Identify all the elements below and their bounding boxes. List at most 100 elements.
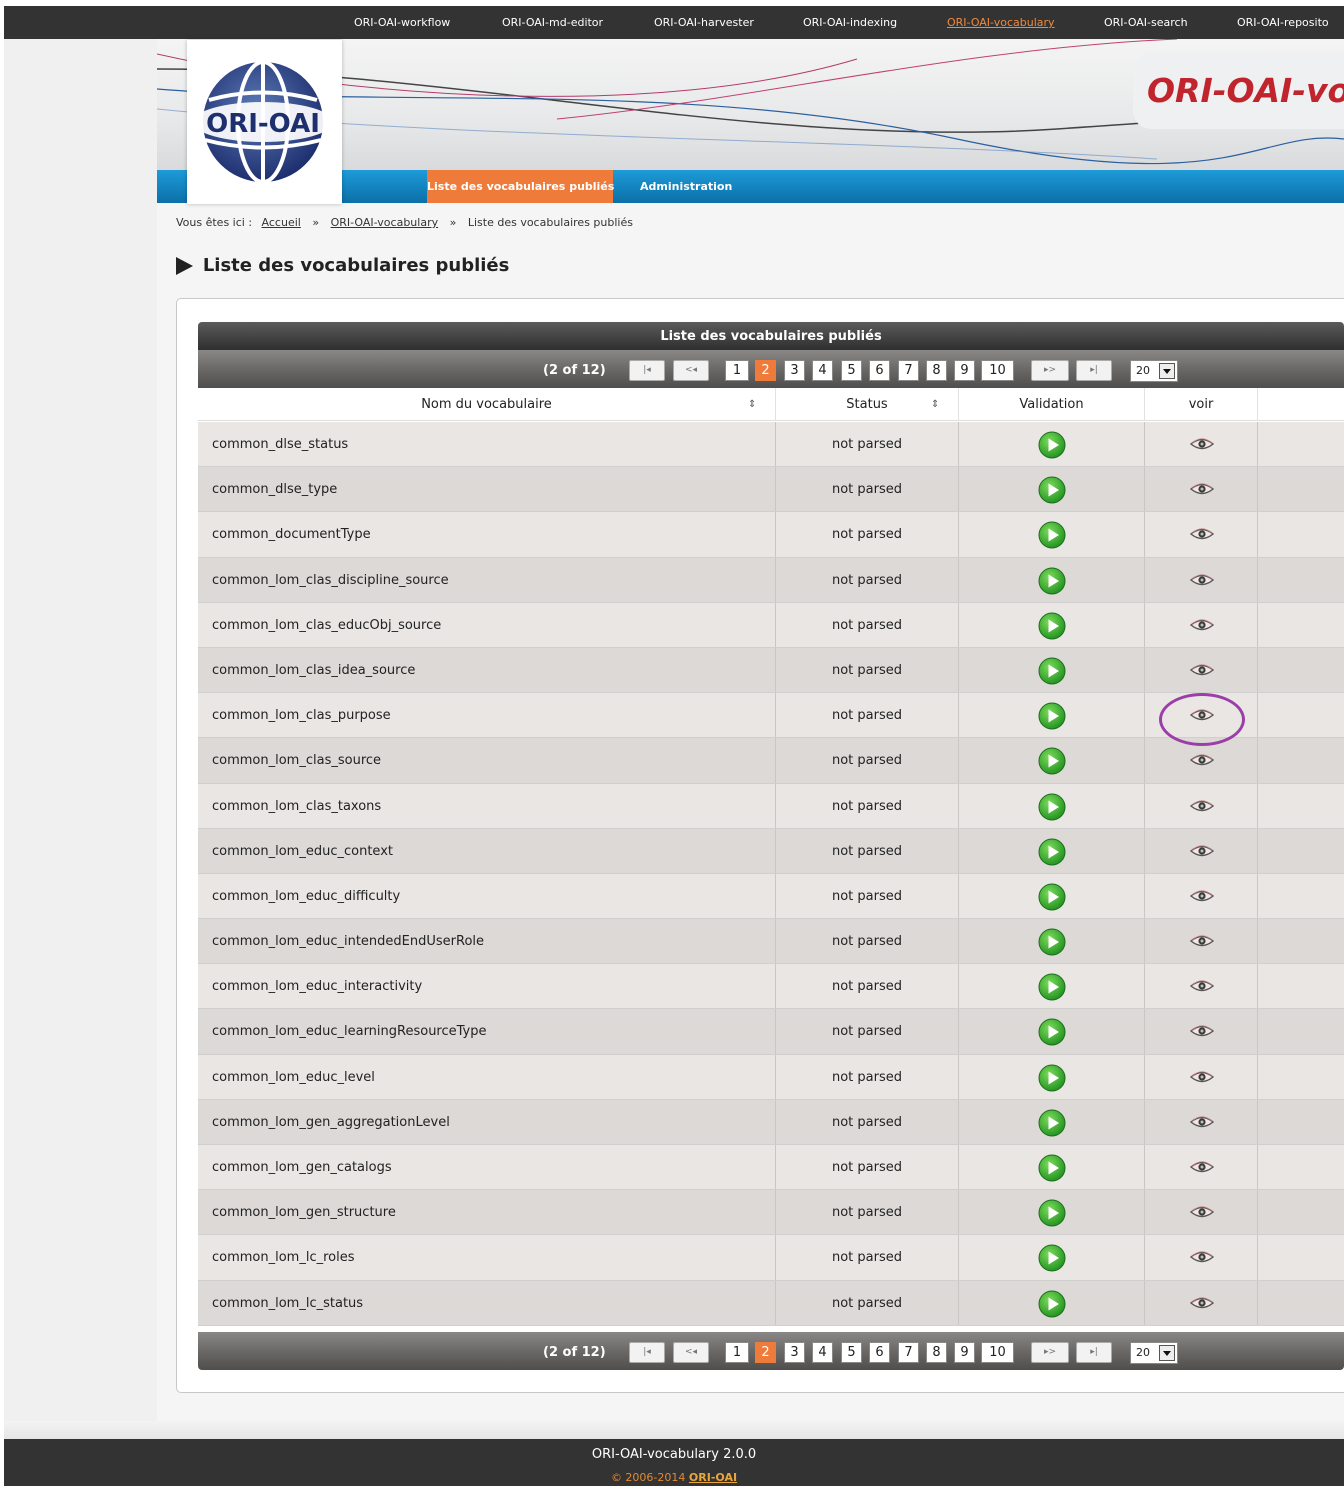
chevron-down-icon[interactable] — [1159, 1345, 1175, 1361]
play-circle-icon[interactable] — [1038, 1244, 1066, 1272]
topnav-item-ori-oai-reposito[interactable]: ORI-OAI-reposito — [1237, 16, 1329, 29]
vocabulary-name: common_lom_educ_interactivity — [198, 964, 776, 1009]
play-circle-icon[interactable] — [1038, 793, 1066, 821]
table-row: common_dlse_status not parsed — [198, 422, 1344, 468]
eye-icon[interactable] — [1189, 979, 1215, 993]
play-circle-icon[interactable] — [1038, 476, 1066, 504]
tab-administration[interactable]: Administration — [640, 170, 732, 203]
topnav-item-ori-oai-md-editor[interactable]: ORI-OAI-md-editor — [502, 16, 603, 29]
pager-page-button[interactable]: 2 — [755, 360, 776, 381]
pager-page-button[interactable]: 6 — [869, 360, 890, 381]
play-circle-icon[interactable] — [1038, 928, 1066, 956]
play-circle-icon[interactable] — [1038, 521, 1066, 549]
play-circle-icon[interactable] — [1038, 1290, 1066, 1318]
play-circle-icon[interactable] — [1038, 1199, 1066, 1227]
play-circle-icon[interactable] — [1038, 431, 1066, 459]
pager-page-button[interactable]: 5 — [841, 360, 862, 381]
eye-icon[interactable] — [1189, 1115, 1215, 1129]
eye-icon[interactable] — [1189, 663, 1215, 677]
vocabulary-status: not parsed — [776, 422, 959, 467]
rows-per-page-select[interactable]: 20 — [1130, 360, 1178, 382]
extra-cell — [1258, 964, 1344, 1008]
validation-cell — [959, 783, 1145, 828]
pager-page-button[interactable]: 1 — [725, 360, 749, 381]
eye-icon[interactable] — [1189, 1250, 1215, 1264]
extra-cell — [1258, 648, 1344, 692]
voir-cell — [1145, 1009, 1258, 1054]
eye-icon[interactable] — [1189, 573, 1215, 587]
play-circle-icon[interactable] — [1038, 657, 1066, 685]
play-circle-icon[interactable] — [1038, 702, 1066, 730]
pager-last-button[interactable]: ▸| — [1076, 360, 1112, 381]
pager-page-button[interactable]: 5 — [841, 1342, 862, 1363]
eye-icon[interactable] — [1189, 1160, 1215, 1174]
eye-icon[interactable] — [1189, 482, 1215, 496]
extra-cell — [1258, 829, 1344, 873]
column-header-name[interactable]: Nom du vocabulaire — [198, 388, 776, 421]
paginator-bottom: (2 of 12) |◂ <◂ 1 2 3 4 5 6 7 8 9 10 ▸> ▸| 20 — [198, 1332, 1344, 1370]
topnav-item-ori-oai-workflow[interactable]: ORI-OAI-workflow — [354, 16, 450, 29]
eye-icon[interactable] — [1189, 437, 1215, 451]
eye-icon[interactable] — [1189, 618, 1215, 632]
eye-icon[interactable] — [1189, 1070, 1215, 1084]
pager-page-button[interactable]: 2 — [755, 1342, 776, 1363]
extra-cell — [1258, 558, 1344, 602]
pager-first-button[interactable]: |◂ — [629, 360, 665, 381]
play-circle-icon[interactable] — [1038, 612, 1066, 640]
column-header-validation-label: Validation — [1019, 397, 1084, 412]
pager-first-button[interactable]: |◂ — [629, 1342, 665, 1363]
pager-last-button[interactable]: ▸| — [1076, 1342, 1112, 1363]
eye-icon[interactable] — [1189, 753, 1215, 767]
eye-icon[interactable] — [1189, 799, 1215, 813]
sort-icon[interactable]: ⇕ — [748, 388, 756, 421]
pager-next-button[interactable]: ▸> — [1031, 1342, 1069, 1363]
eye-icon[interactable] — [1189, 889, 1215, 903]
play-circle-icon[interactable] — [1038, 567, 1066, 595]
pager-page-button[interactable]: 3 — [784, 360, 805, 381]
topnav-item-ori-oai-indexing[interactable]: ORI-OAI-indexing — [803, 16, 897, 29]
eye-icon[interactable] — [1189, 527, 1215, 541]
chevron-down-icon[interactable] — [1159, 363, 1175, 379]
tab-liste-vocabulaires[interactable]: Liste des vocabulaires publiés — [427, 170, 614, 203]
pager-prev-button[interactable]: <◂ — [673, 1342, 709, 1363]
pager-page-button[interactable]: 1 — [725, 1342, 749, 1363]
breadcrumb-home-link[interactable]: Accueil — [262, 216, 301, 229]
pager-page-button[interactable]: 3 — [784, 1342, 805, 1363]
play-circle-icon[interactable] — [1038, 883, 1066, 911]
pager-page-button[interactable]: 10 — [981, 1342, 1014, 1363]
extra-cell — [1258, 919, 1344, 963]
rows-per-page-select[interactable]: 20 — [1130, 1342, 1178, 1364]
pager-prev-button[interactable]: <◂ — [673, 360, 709, 381]
eye-icon[interactable] — [1189, 1024, 1215, 1038]
eye-icon[interactable] — [1189, 1296, 1215, 1310]
footer-ori-oai-link[interactable]: ORI-OAI — [689, 1471, 737, 1484]
ori-oai-logo[interactable]: ORI-OAI — [187, 40, 342, 204]
eye-icon[interactable] — [1189, 934, 1215, 948]
sort-icon[interactable]: ⇕ — [931, 388, 939, 421]
pager-page-button[interactable]: 6 — [869, 1342, 890, 1363]
pager-page-button[interactable]: 10 — [981, 360, 1014, 381]
pager-page-button[interactable]: 9 — [954, 360, 975, 381]
pager-page-button[interactable]: 8 — [926, 360, 947, 381]
eye-icon[interactable] — [1189, 1205, 1215, 1219]
play-circle-icon[interactable] — [1038, 747, 1066, 775]
pager-page-button[interactable]: 4 — [812, 1342, 833, 1363]
play-circle-icon[interactable] — [1038, 838, 1066, 866]
play-circle-icon[interactable] — [1038, 973, 1066, 1001]
play-circle-icon[interactable] — [1038, 1064, 1066, 1092]
pager-page-button[interactable]: 7 — [898, 360, 919, 381]
topnav-item-ori-oai-harvester[interactable]: ORI-OAI-harvester — [654, 16, 754, 29]
topnav-item-ori-oai-search[interactable]: ORI-OAI-search — [1104, 16, 1188, 29]
pager-page-button[interactable]: 8 — [926, 1342, 947, 1363]
breadcrumb-section-link[interactable]: ORI-OAI-vocabulary — [331, 216, 439, 229]
table-row: common_lom_educ_learningResourceType not … — [198, 1009, 1344, 1055]
pager-page-button[interactable]: 7 — [898, 1342, 919, 1363]
play-circle-icon[interactable] — [1038, 1109, 1066, 1137]
pager-page-button[interactable]: 9 — [954, 1342, 975, 1363]
pager-page-button[interactable]: 4 — [812, 360, 833, 381]
topnav-item-ori-oai-vocabulary[interactable]: ORI-OAI-vocabulary — [947, 16, 1055, 29]
play-circle-icon[interactable] — [1038, 1018, 1066, 1046]
pager-next-button[interactable]: ▸> — [1031, 360, 1069, 381]
play-circle-icon[interactable] — [1038, 1154, 1066, 1182]
eye-icon[interactable] — [1189, 844, 1215, 858]
